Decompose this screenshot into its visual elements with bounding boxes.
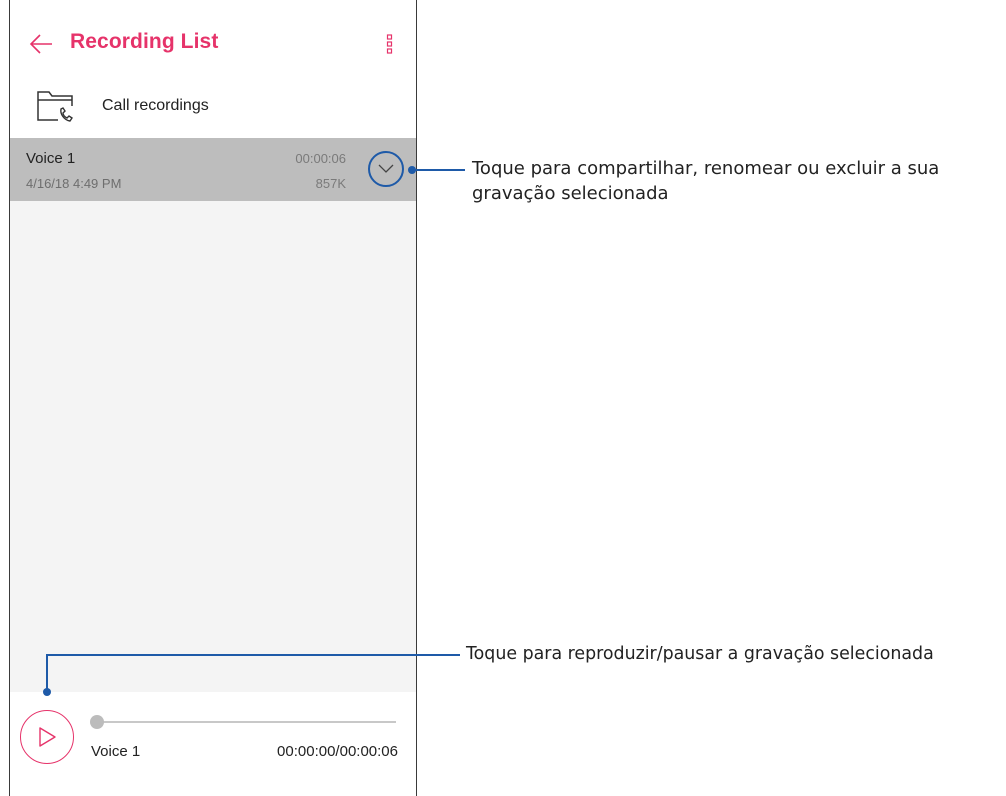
folder-label: Call recordings [102, 97, 209, 114]
expand-options-button[interactable] [368, 151, 404, 187]
callout-line-play-vertical [46, 654, 48, 692]
recording-duration: 00:00:06 [295, 151, 346, 166]
phone-screen: Recording List Call recordings Voice 1 4… [9, 0, 417, 796]
more-vertical-icon [386, 34, 393, 54]
callout-line-expand [412, 169, 465, 171]
recording-name: Voice 1 [26, 150, 76, 167]
chevron-down-icon [378, 164, 394, 173]
more-options-button[interactable] [386, 32, 394, 58]
play-icon [39, 727, 56, 747]
callout-line-play-horizontal [46, 654, 460, 656]
back-button[interactable] [28, 31, 54, 57]
play-button[interactable] [20, 710, 74, 764]
player-time: 00:00:00/00:00:06 [277, 743, 398, 760]
callout-text-expand: Toque para compartilhar, renomear ou exc… [472, 158, 940, 204]
page-title: Recording List [70, 30, 219, 53]
player-track-name: Voice 1 [91, 743, 141, 760]
player-bar: Voice 1 00:00:00/00:00:06 [10, 692, 416, 796]
folder-phone-icon [37, 91, 74, 123]
callout-text-play: Toque para reproduzir/pausar a gravação … [466, 644, 934, 664]
call-recordings-folder[interactable]: Call recordings [10, 78, 416, 136]
app-bar: Recording List Call recordings [10, 0, 416, 138]
back-arrow-icon [29, 34, 52, 54]
seek-thumb[interactable] [90, 715, 104, 729]
recording-size: 857K [315, 176, 346, 191]
recording-row[interactable]: Voice 1 4/16/18 4:49 PM 00:00:06 857K [10, 138, 416, 201]
seek-bar[interactable] [90, 715, 396, 729]
recording-date: 4/16/18 4:49 PM [26, 176, 122, 191]
